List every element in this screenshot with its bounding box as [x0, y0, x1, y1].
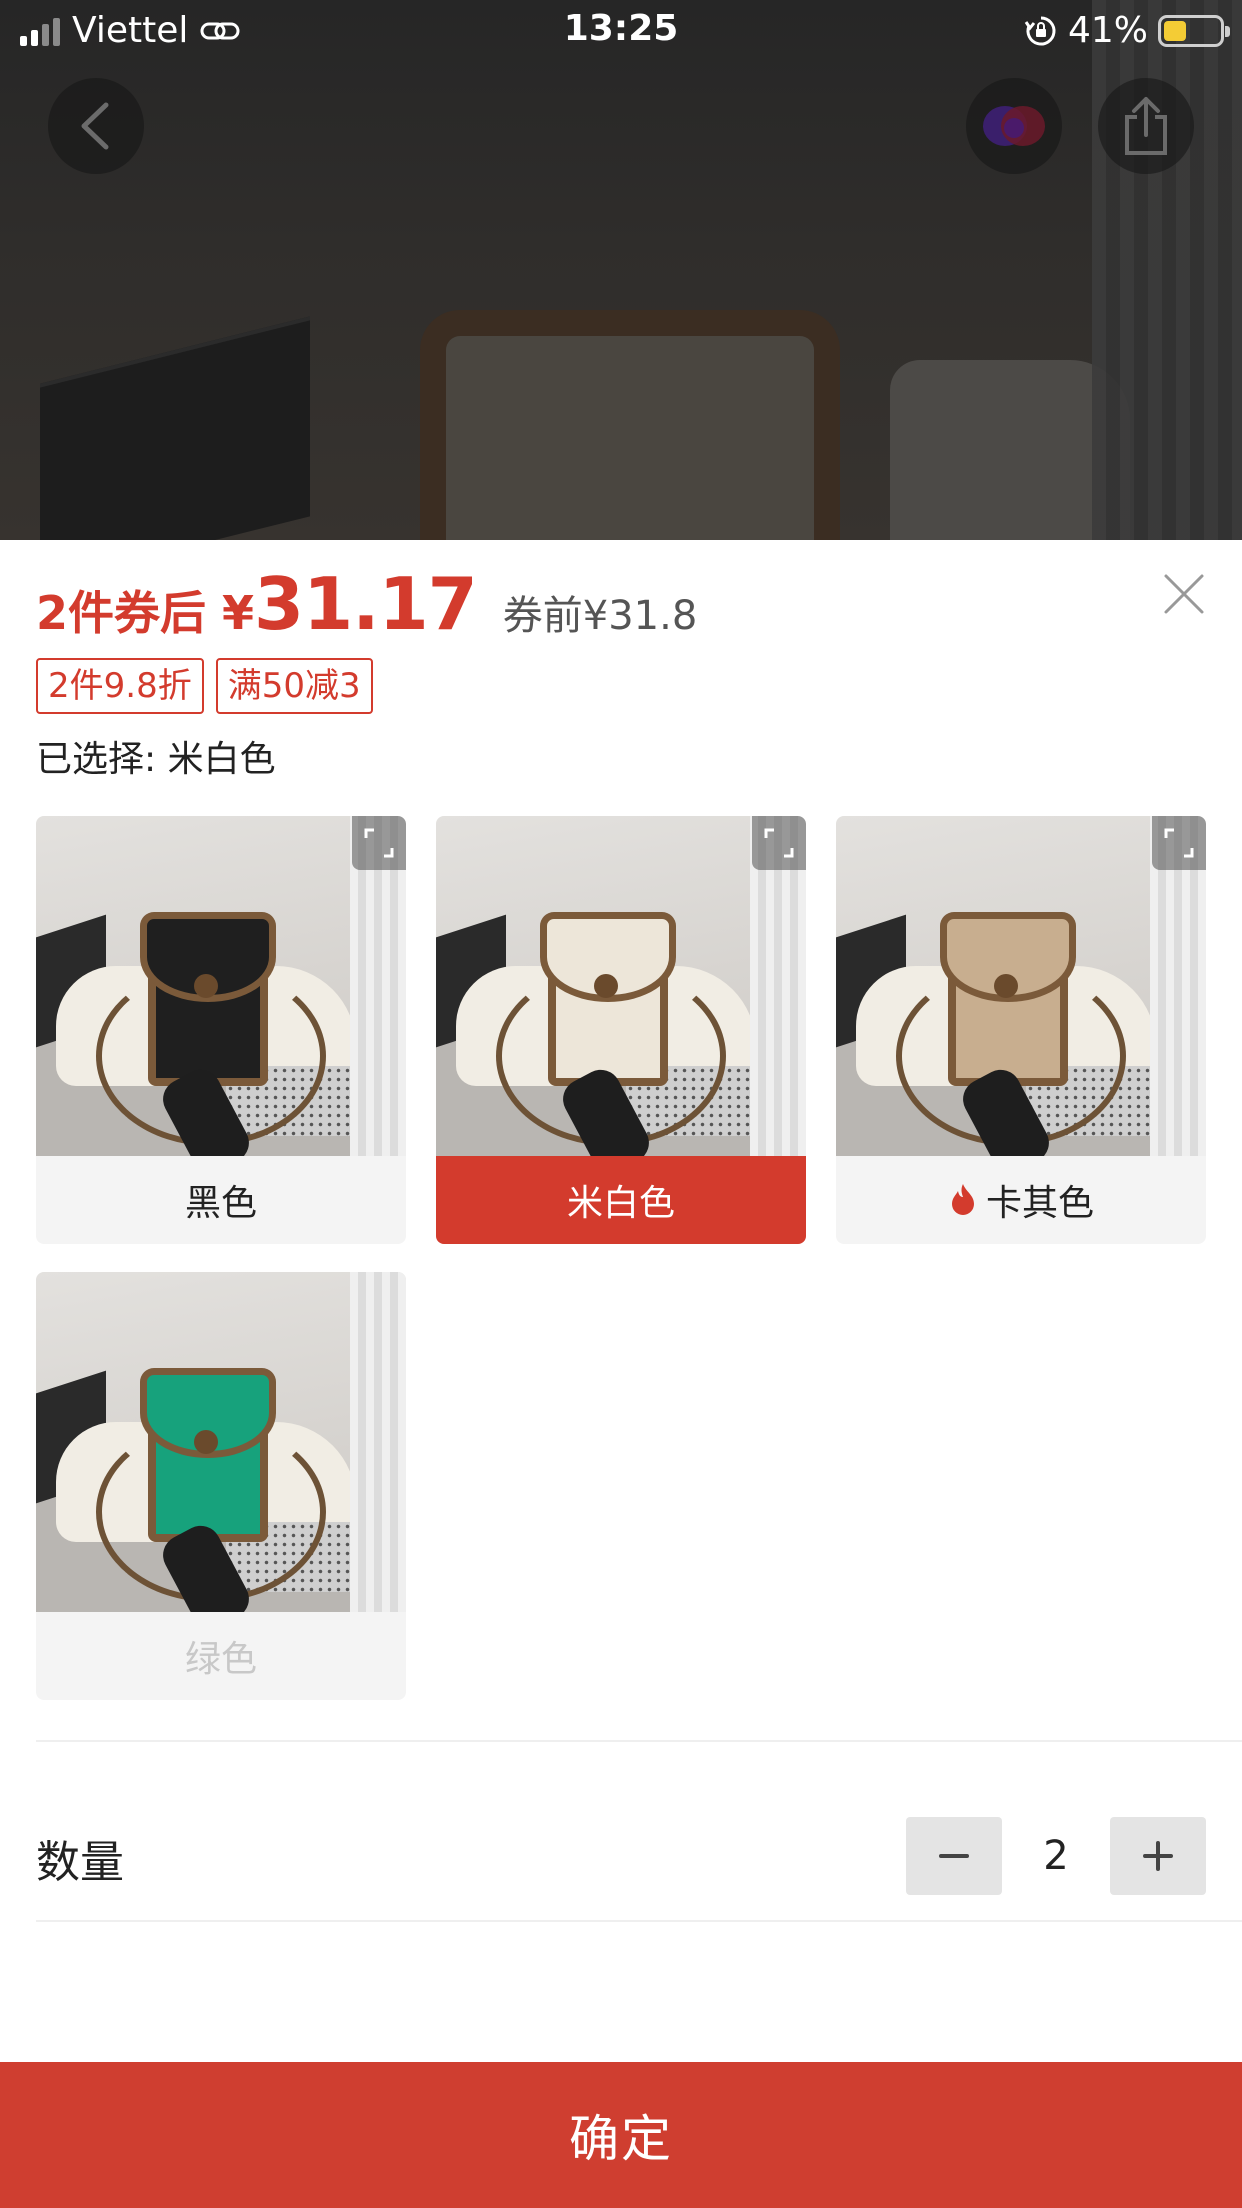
- share-icon: [1125, 97, 1167, 155]
- expand-icon[interactable]: [352, 816, 406, 870]
- back-icon: [81, 102, 109, 150]
- sku-selector-sheet: 2件券后 ¥ 31.17 券前¥31.8 2件9.8折 满50减3 已选择: 米…: [0, 540, 1242, 2208]
- variant-label: 绿色: [184, 1639, 257, 1680]
- divider: [36, 1740, 1242, 1742]
- status-bar: Viettel 13:25 41%: [0, 0, 1242, 62]
- store-logo-button[interactable]: [966, 78, 1062, 174]
- promo-tag: 2件9.8折: [36, 658, 204, 714]
- battery-fill: [1164, 20, 1187, 41]
- backdrop-bag: [420, 310, 840, 540]
- expand-icon[interactable]: [752, 816, 806, 870]
- backdrop-laptop: [40, 316, 310, 540]
- expand-icon[interactable]: [1152, 816, 1206, 870]
- close-icon[interactable]: [1160, 570, 1208, 618]
- price-value: 31.17: [254, 562, 478, 646]
- variant-photo: [36, 1272, 406, 1612]
- variant-photo: [436, 816, 806, 1156]
- back-button[interactable]: [48, 78, 144, 174]
- minus-icon: [939, 1854, 969, 1858]
- divider: [36, 1920, 1242, 1922]
- confirm-button[interactable]: 确定: [0, 2062, 1242, 2208]
- price-row: 2件券后 ¥ 31.17 券前¥31.8: [36, 562, 697, 646]
- plus-icon: [1143, 1841, 1173, 1871]
- promo-tag: 满50减3: [215, 658, 373, 714]
- variant-option-khaki[interactable]: 卡其色: [836, 816, 1206, 1244]
- variant-photo: [836, 816, 1206, 1156]
- price-before-coupon: 券前¥31.8: [502, 593, 698, 639]
- store-logo-icon: [983, 106, 1045, 146]
- backdrop-wall: [1092, 0, 1242, 540]
- battery-icon: [1158, 14, 1230, 47]
- battery-percent: 41%: [1067, 10, 1148, 51]
- variant-label: 黑色: [184, 1183, 257, 1224]
- variant-label: 卡其色: [836, 1156, 1206, 1244]
- quantity-decrement-button[interactable]: [906, 1817, 1002, 1895]
- variant-option-green[interactable]: 绿色: [36, 1272, 406, 1700]
- share-button[interactable]: [1098, 78, 1194, 174]
- variant-option-offwhite[interactable]: 米白色: [436, 816, 806, 1244]
- product-photo-backdrop: [0, 0, 1242, 540]
- promo-tags: 2件9.8折 满50减3: [36, 658, 373, 714]
- selected-variant-text: 已选择: 米白色: [36, 739, 276, 780]
- variant-photo: [36, 816, 406, 1156]
- quantity-increment-button[interactable]: [1110, 1817, 1206, 1895]
- variant-option-black[interactable]: 黑色: [36, 816, 406, 1244]
- variant-label: 米白色: [436, 1156, 806, 1244]
- quantity-label: 数量: [36, 1837, 124, 1888]
- price-prefix: 2件券后 ¥: [36, 586, 255, 640]
- quantity-value[interactable]: 2: [1016, 1817, 1096, 1895]
- status-right: 41%: [1024, 10, 1230, 51]
- rotation-lock-icon: [1024, 16, 1056, 45]
- fire-icon: [951, 1184, 974, 1215]
